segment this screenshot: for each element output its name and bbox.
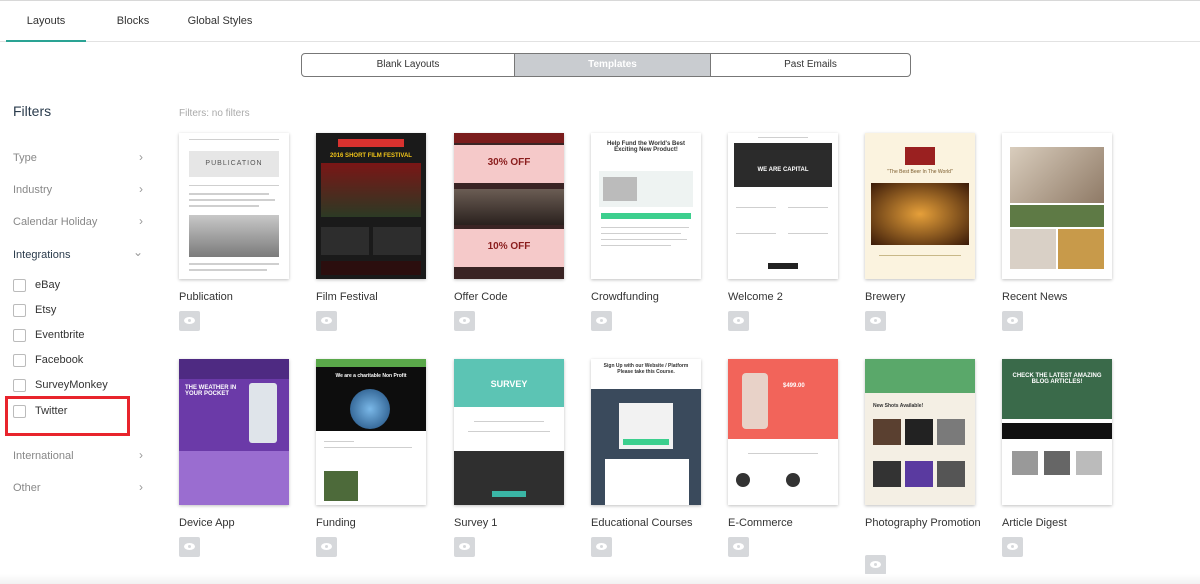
chevron-right-icon: ›: [139, 214, 143, 228]
template-thumbnail[interactable]: [1002, 133, 1112, 279]
filter-group-label: Integrations: [13, 249, 71, 261]
thumb-title: WE ARE CAPITAL: [757, 167, 809, 173]
template-name: Recent News: [1002, 291, 1068, 303]
chevron-right-icon: ›: [139, 448, 143, 462]
thumb-title: $499.00: [783, 383, 805, 389]
checkbox-label: SurveyMonkey: [35, 379, 108, 391]
template-thumbnail[interactable]: We are a charitable Non Profit: [316, 359, 426, 505]
template-name: Survey 1: [454, 517, 498, 529]
eye-icon[interactable]: [316, 311, 337, 331]
filter-group-label: Calendar Holiday: [13, 216, 98, 228]
segment-templates[interactable]: Templates: [514, 54, 710, 76]
template-thumbnail[interactable]: Sign Up with our Website / Platform Plea…: [591, 359, 701, 505]
tab-layouts[interactable]: Layouts: [6, 1, 86, 42]
chevron-down-icon: ⌄: [132, 245, 143, 259]
eye-icon[interactable]: [179, 311, 200, 331]
thumb-title: SURVEY: [490, 379, 528, 389]
eye-icon[interactable]: [316, 537, 337, 557]
eye-icon[interactable]: [1002, 311, 1023, 331]
template-name: Article Digest: [1002, 517, 1067, 529]
filter-group-international[interactable]: International ›: [13, 448, 145, 466]
bottom-edge: [0, 574, 1200, 584]
template-name: Photography Promotion: [865, 517, 981, 529]
filter-group-type[interactable]: Type ›: [13, 150, 145, 168]
checkbox[interactable]: [13, 329, 26, 342]
filter-group-label: Type: [13, 152, 37, 164]
template-name: Funding: [316, 517, 356, 529]
top-tab-bar: Layouts Blocks Global Styles: [0, 0, 1200, 42]
checkbox[interactable]: [13, 279, 26, 292]
filter-group-calendar-holiday[interactable]: Calendar Holiday ›: [13, 214, 145, 232]
checkbox-label: Eventbrite: [35, 329, 85, 341]
thumb-title: 2016 SHORT FILM FESTIVAL: [330, 153, 412, 159]
template-name: Film Festival: [316, 291, 378, 303]
chevron-right-icon: ›: [139, 182, 143, 196]
template-thumbnail[interactable]: New Shots Available!: [865, 359, 975, 505]
eye-icon[interactable]: [1002, 537, 1023, 557]
template-thumbnail[interactable]: PUBLICATION: [179, 133, 289, 279]
eye-icon[interactable]: [728, 537, 749, 557]
template-thumbnail[interactable]: WE ARE CAPITAL: [728, 133, 838, 279]
thumb-title: THE WEATHER IN YOUR POCKET: [185, 385, 237, 397]
template-thumbnail[interactable]: THE WEATHER IN YOUR POCKET: [179, 359, 289, 505]
checkbox-label: Facebook: [35, 354, 84, 366]
eye-icon[interactable]: [454, 311, 475, 331]
eye-icon[interactable]: [591, 311, 612, 331]
filter-group-industry[interactable]: Industry ›: [13, 182, 145, 200]
template-name: Device App: [179, 517, 235, 529]
template-thumbnail[interactable]: $499.00: [728, 359, 838, 505]
template-name: E-Commerce: [728, 517, 793, 529]
segment-blank-layouts[interactable]: Blank Layouts: [302, 54, 514, 76]
filter-group-label: Industry: [13, 184, 53, 196]
filters-title: Filters: [13, 103, 52, 119]
thumb-title: 30% OFF: [487, 157, 531, 168]
template-name: Publication: [179, 291, 233, 303]
thumb-title: Sign Up with our Website / Platform Plea…: [603, 363, 689, 375]
thumb-title: CHECK THE LATEST AMAZING BLOG ARTICLES!: [1012, 373, 1102, 385]
eye-icon[interactable]: [865, 311, 886, 331]
template-thumbnail[interactable]: CHECK THE LATEST AMAZING BLOG ARTICLES!: [1002, 359, 1112, 505]
thumb-subtitle: 10% OFF: [487, 241, 531, 252]
filters-status: Filters: no filters: [179, 108, 250, 119]
template-name: Educational Courses: [591, 517, 693, 529]
tab-blocks[interactable]: Blocks: [100, 1, 166, 42]
checkbox-label: Twitter: [35, 405, 68, 417]
thumb-title: "The Best Beer In The World": [887, 169, 953, 175]
template-thumbnail[interactable]: 30% OFF 10% OFF: [454, 133, 564, 279]
filter-group-integrations[interactable]: Integrations ⌄: [13, 245, 145, 265]
checkbox[interactable]: [13, 379, 26, 392]
eye-icon[interactable]: [728, 311, 749, 331]
chevron-right-icon: ›: [139, 480, 143, 494]
filter-group-label: Other: [13, 482, 41, 494]
thumb-title: New Shots Available!: [873, 403, 924, 409]
thumb-title: PUBLICATION: [205, 160, 263, 167]
tab-global-styles[interactable]: Global Styles: [178, 1, 262, 42]
template-name: Offer Code: [454, 291, 508, 303]
checkbox-label: eBay: [35, 279, 61, 291]
checkbox[interactable]: [13, 304, 26, 317]
template-name: Brewery: [865, 291, 906, 303]
template-name: Welcome 2: [728, 291, 783, 303]
checkbox[interactable]: [13, 405, 26, 418]
layout-source-segment: Blank Layouts Templates Past Emails: [301, 53, 911, 77]
thumb-title: Help Fund the World's Best Exciting New …: [607, 141, 685, 153]
template-thumbnail[interactable]: SURVEY: [454, 359, 564, 505]
segment-past-emails[interactable]: Past Emails: [710, 54, 910, 76]
checkbox[interactable]: [13, 354, 26, 367]
eye-icon[interactable]: [454, 537, 475, 557]
eye-icon[interactable]: [179, 537, 200, 557]
checkbox-label: Etsy: [35, 304, 57, 316]
template-thumbnail[interactable]: 2016 SHORT FILM FESTIVAL: [316, 133, 426, 279]
filter-group-other[interactable]: Other ›: [13, 480, 145, 498]
template-thumbnail[interactable]: Help Fund the World's Best Exciting New …: [591, 133, 701, 279]
eye-icon[interactable]: [591, 537, 612, 557]
template-thumbnail[interactable]: "The Best Beer In The World": [865, 133, 975, 279]
thumb-title: We are a charitable Non Profit: [335, 373, 407, 379]
eye-icon[interactable]: [865, 555, 886, 575]
chevron-right-icon: ›: [139, 150, 143, 164]
filter-group-label: International: [13, 450, 74, 462]
template-name: Crowdfunding: [591, 291, 659, 303]
